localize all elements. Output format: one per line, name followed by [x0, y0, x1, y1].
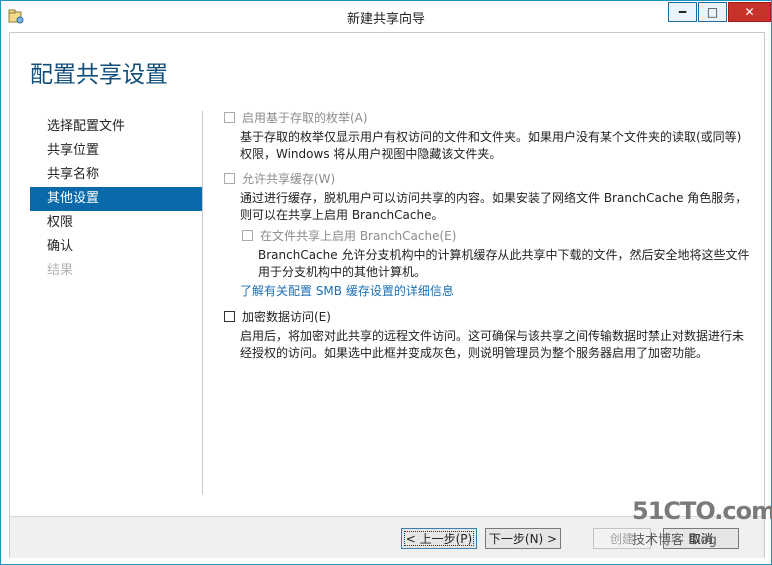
- encrypt-description: 启用后，将加密对此共享的远程文件访问。这可确保与该共享之间传输数据时禁止对数据进…: [240, 329, 745, 360]
- branchcache-description: BranchCache 允许分支机构中的计算机缓存从此共享中下载的文件，然后安全…: [258, 248, 750, 279]
- abe-description: 基于存取的枚举仅显示用户有权访问的文件和文件夹。如果用户没有某个文件夹的读取(或…: [240, 130, 742, 161]
- close-button[interactable]: ✕: [728, 2, 771, 22]
- branchcache-checkbox[interactable]: [242, 230, 253, 241]
- encrypt-label: 加密数据访问(E): [242, 310, 331, 324]
- caching-description: 通过进行缓存，脱机用户可以访问共享的内容。如果安装了网络文件 BranchCac…: [240, 191, 748, 222]
- wizard-header: 配置共享设置: [10, 33, 764, 95]
- nav-step-select-profile[interactable]: 选择配置文件: [30, 115, 202, 139]
- wizard-window: 新建共享向导 ━ □ ✕ 配置共享设置 选择配置文件 共享位置 共享名称 其他设…: [0, 0, 772, 565]
- nav-step-share-name[interactable]: 共享名称: [30, 163, 202, 187]
- wizard-content: 配置共享设置 选择配置文件 共享位置 共享名称 其他设置 权限 确认 结果 启用…: [9, 32, 765, 558]
- caching-option[interactable]: 允许共享缓存(W): [224, 170, 335, 187]
- close-icon: ✕: [744, 5, 755, 19]
- caching-label: 允许共享缓存(W): [242, 172, 336, 186]
- nav-step-results: 结果: [47, 263, 74, 278]
- nav-divider: [202, 111, 203, 495]
- next-button[interactable]: 下一步(N) >: [485, 528, 561, 549]
- watermark-line2: 技术博客 Blog: [632, 533, 717, 548]
- branchcache-option[interactable]: 在文件共享上启用 BranchCache(E): [242, 227, 456, 244]
- encrypt-option[interactable]: 加密数据访问(E): [224, 308, 331, 325]
- abe-option[interactable]: 启用基于存取的枚举(A): [224, 109, 368, 126]
- page-title: 配置共享设置: [30, 62, 168, 88]
- back-button[interactable]: < 上一步(P): [401, 528, 477, 549]
- abe-checkbox[interactable]: [224, 112, 235, 123]
- minimize-button[interactable]: ━: [668, 2, 697, 22]
- minimize-icon: ━: [678, 5, 687, 19]
- nav-step-permissions[interactable]: 权限: [30, 211, 202, 235]
- caching-checkbox[interactable]: [224, 173, 235, 184]
- wizard-steps-nav: 选择配置文件 共享位置 共享名称 其他设置 权限 确认 结果: [30, 115, 202, 283]
- maximize-button[interactable]: □: [698, 2, 727, 22]
- encrypt-checkbox[interactable]: [224, 311, 235, 322]
- nav-step-other-settings[interactable]: 其他设置: [30, 187, 202, 211]
- branchcache-label: 在文件共享上启用 BranchCache(E): [260, 229, 457, 243]
- nav-step-confirm[interactable]: 确认: [30, 235, 202, 259]
- window-title: 新建共享向导: [346, 12, 425, 27]
- watermark: 51CTO.com 技术博客 Blog: [628, 497, 772, 557]
- smb-cache-link[interactable]: 了解有关配置 SMB 缓存设置的详细信息: [240, 282, 454, 299]
- title-bar[interactable]: 新建共享向导 ━ □ ✕: [1, 1, 771, 31]
- maximize-icon: □: [706, 5, 719, 19]
- abe-label: 启用基于存取的枚举(A): [242, 111, 368, 125]
- watermark-line1: 51CTO.com: [632, 497, 772, 525]
- nav-step-share-location[interactable]: 共享位置: [30, 139, 202, 163]
